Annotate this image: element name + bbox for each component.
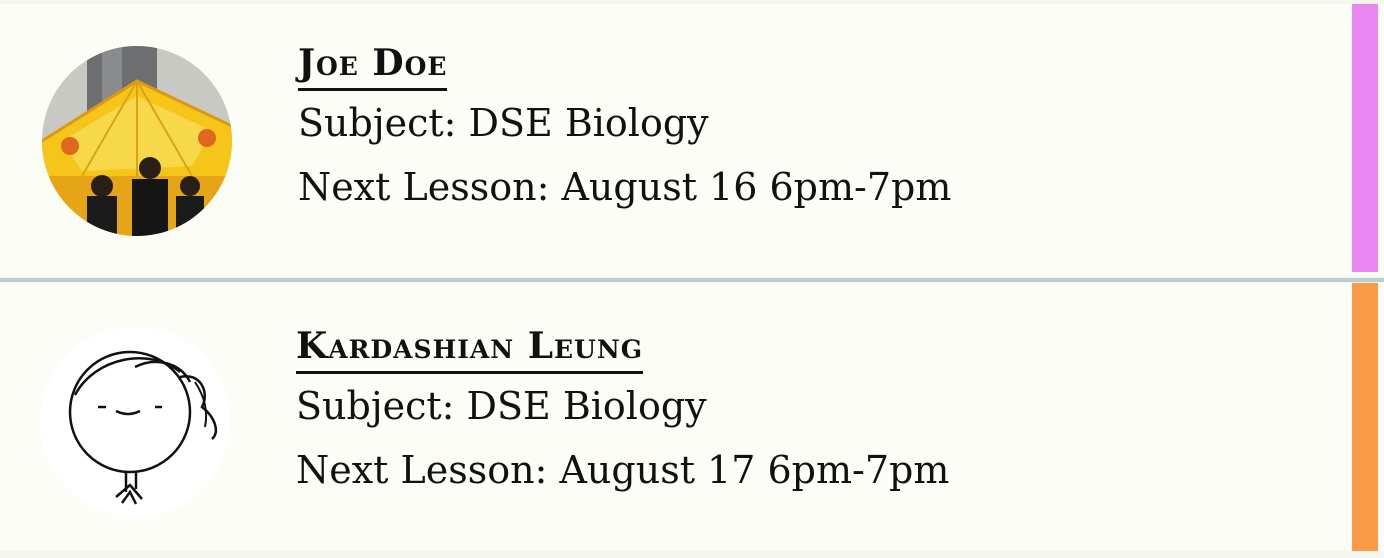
avatar bbox=[40, 327, 230, 517]
tutor-list: Joe Doe Subject: DSE Biology Next Lesson… bbox=[0, 0, 1384, 558]
tutor-next-lesson: Next Lesson: August 17 6pm-7pm bbox=[296, 448, 950, 492]
accent-bar bbox=[1352, 283, 1378, 551]
divider bbox=[0, 278, 1384, 282]
avatar bbox=[42, 46, 232, 236]
tutor-next-lesson: Next Lesson: August 16 6pm-7pm bbox=[298, 165, 952, 209]
doodle-face-icon bbox=[40, 327, 230, 517]
tutor-subject: Subject: DSE Biology bbox=[296, 384, 707, 428]
tutor-info: Joe Doe Subject: DSE Biology Next Lesson… bbox=[298, 40, 951, 219]
tutor-subject: Subject: DSE Biology bbox=[298, 101, 709, 145]
accent-bar bbox=[1352, 4, 1378, 272]
tutor-name[interactable]: Kardashian Leung bbox=[296, 323, 644, 374]
tutor-card-kardashian-leung[interactable]: Kardashian Leung Subject: DSE Biology Ne… bbox=[0, 283, 1384, 551]
tutor-name[interactable]: Joe Doe bbox=[298, 40, 448, 91]
avatar-photo-icon bbox=[42, 46, 232, 236]
tutor-card-joe-doe[interactable]: Joe Doe Subject: DSE Biology Next Lesson… bbox=[0, 4, 1384, 276]
tutor-info: Kardashian Leung Subject: DSE Biology Ne… bbox=[296, 323, 949, 502]
